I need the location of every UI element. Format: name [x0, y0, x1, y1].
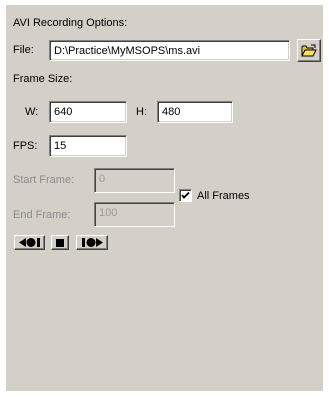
height-input[interactable]: 480 [157, 101, 233, 123]
stop-button[interactable] [51, 235, 69, 250]
start-frame-input[interactable]: 0 [94, 168, 175, 193]
folder-open-icon [301, 44, 317, 58]
stop-icon [56, 238, 64, 247]
start-frame-label: Start Frame: [13, 174, 75, 186]
avi-recording-panel: AVI Recording Options: File: D:\Practice… [6, 5, 324, 391]
all-frames-checkbox[interactable] [179, 189, 192, 202]
end-frame-input[interactable]: 100 [94, 202, 175, 227]
fps-input[interactable]: 15 [49, 135, 127, 157]
step-back-icon [18, 238, 41, 247]
height-label: H: [136, 106, 147, 118]
step-forward-button[interactable] [76, 235, 108, 250]
file-path-input[interactable]: D:\Practice\MyMSOPS\ms.avi [49, 40, 290, 61]
file-label: File: [13, 44, 34, 56]
frame-size-label: Frame Size: [13, 73, 73, 85]
fps-label: FPS: [13, 140, 38, 152]
end-frame-label: End Frame: [13, 209, 71, 221]
section-title: AVI Recording Options: [13, 17, 128, 29]
width-label: W: [25, 106, 39, 118]
all-frames-label: All Frames [197, 190, 250, 202]
step-back-button[interactable] [14, 235, 45, 250]
step-forward-icon [81, 238, 103, 247]
browse-button[interactable] [297, 39, 321, 62]
width-input[interactable]: 640 [49, 101, 127, 123]
